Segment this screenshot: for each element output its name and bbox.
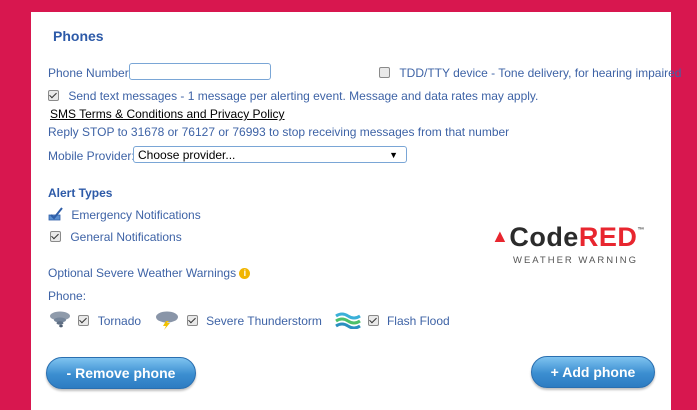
sms-terms-link[interactable]: SMS Terms & Conditions and Privacy Polic…: [50, 107, 285, 121]
phones-panel: Phones Phone Number: TDD/TTY device - To…: [31, 12, 681, 410]
tornado-checkbox[interactable]: [78, 314, 90, 326]
weather-options-row: Tornado Severe Thunderstorm Flash Flood: [48, 310, 450, 333]
info-icon[interactable]: i: [239, 268, 251, 279]
optional-weather-label: Optional Severe Weather Warnings: [48, 266, 237, 280]
send-text-checkbox[interactable]: [48, 90, 59, 101]
optional-weather-row: Optional Severe Weather Warnings i: [48, 266, 251, 280]
alert-types-heading: Alert Types: [48, 186, 113, 200]
tdd-option[interactable]: TDD/TTY device - Tone delivery, for hear…: [379, 66, 681, 80]
mobile-provider-select[interactable]: Choose provider... ▼: [133, 146, 407, 163]
emergency-notifications-option: Emergency Notifications: [48, 207, 201, 224]
add-phone-button[interactable]: + Add phone: [531, 356, 655, 388]
phone-number-input[interactable]: [129, 63, 271, 80]
remove-phone-button[interactable]: - Remove phone: [46, 357, 196, 389]
tdd-checkbox[interactable]: [379, 67, 390, 78]
phone-number-label: Phone Number:: [48, 66, 133, 80]
section-title: Phones: [53, 28, 104, 44]
thunderstorm-checkbox[interactable]: [186, 314, 198, 326]
tornado-icon: [48, 310, 72, 333]
send-text-label: Send text messages - 1 message per alert…: [68, 89, 539, 103]
thunderstorm-label: Severe Thunderstorm: [206, 313, 322, 328]
codered-triangle-icon: ▲: [491, 226, 510, 246]
thunderstorm-icon: [154, 310, 180, 333]
codered-logo: ▲CodeRED™ WEATHER WARNING: [491, 222, 645, 266]
tdd-label: TDD/TTY device - Tone delivery, for hear…: [399, 66, 682, 80]
emergency-notifications-label: Emergency Notifications: [71, 208, 201, 222]
mobile-provider-value: Choose provider...: [138, 148, 236, 162]
codered-subtitle: WEATHER WARNING: [513, 255, 638, 266]
flood-icon: [335, 311, 362, 332]
checkmark-icon: [48, 207, 64, 224]
general-notifications-label: General Notifications: [70, 230, 182, 244]
general-notifications-option[interactable]: General Notifications: [50, 230, 182, 244]
flood-checkbox[interactable]: [367, 314, 379, 326]
dropdown-arrow-icon: ▼: [389, 150, 398, 160]
flood-label: Flash Flood: [386, 313, 450, 328]
reply-stop-text: Reply STOP to 31678 or 76127 or 76993 to…: [48, 125, 510, 139]
send-text-option[interactable]: Send text messages - 1 message per alert…: [48, 89, 538, 103]
mobile-provider-label: Mobile Provider:: [48, 149, 135, 163]
phone-label: Phone:: [48, 289, 87, 303]
tornado-label: Tornado: [97, 313, 142, 328]
general-notifications-checkbox[interactable]: [50, 231, 61, 242]
